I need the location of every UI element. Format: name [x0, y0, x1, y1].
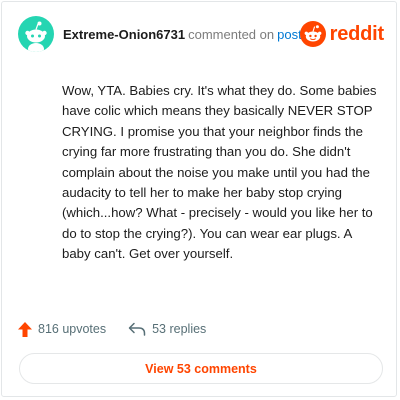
username-link[interactable]: Extreme-Onion6731 [63, 27, 185, 42]
reddit-logo[interactable]: reddit [299, 19, 385, 49]
commented-on-text: commented on [188, 27, 275, 42]
reddit-wordmark: reddit [329, 22, 385, 45]
upvote-arrow-icon [18, 321, 32, 337]
comment-text: Wow, YTA. Babies cry. It's what they do.… [62, 83, 377, 262]
user-avatar[interactable] [18, 16, 54, 52]
upvote-count[interactable]: 816 upvotes [18, 321, 107, 337]
comment-header: Extreme-Onion6731 commented on post reddit [18, 16, 384, 56]
comment-stats: 816 upvotes 53 replies [18, 320, 206, 338]
upvote-label: 816 upvotes [38, 322, 107, 336]
reply-arrow-icon [128, 322, 146, 336]
post-link[interactable]: post [277, 27, 302, 42]
reply-count[interactable]: 53 replies [128, 322, 206, 336]
reddit-snoo-icon [299, 21, 326, 47]
view-comments-button[interactable]: View 53 comments [19, 353, 383, 384]
comment-attribution: Extreme-Onion6731 commented on post [63, 27, 302, 43]
comment-card: Extreme-Onion6731 commented on post reddit… [1, 1, 397, 397]
snoo-avatar-icon [25, 21, 47, 52]
reply-label: 53 replies [152, 322, 207, 336]
